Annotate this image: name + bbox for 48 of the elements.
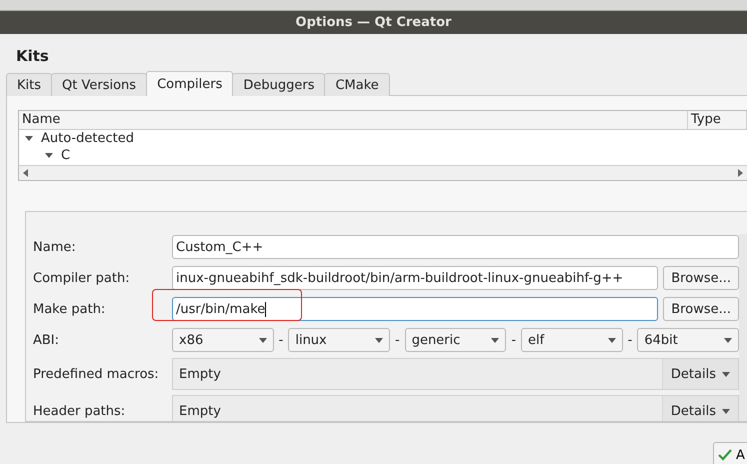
tab[interactable]: Kits bbox=[6, 73, 52, 96]
column-header[interactable]: Type bbox=[688, 111, 747, 129]
scroll-right-icon bbox=[738, 169, 743, 178]
field-label: ABI: bbox=[33, 332, 60, 350]
abi-dropdown[interactable]: linux bbox=[288, 328, 390, 352]
caret-icon bbox=[491, 338, 500, 343]
separator-text: - bbox=[394, 332, 400, 348]
abi-dropdown[interactable]: generic bbox=[404, 328, 506, 352]
separator-text: - bbox=[628, 332, 632, 348]
checkmark-icon bbox=[718, 449, 732, 461]
make-path-field[interactable]: /usr/bin/make bbox=[172, 297, 658, 322]
abi-dropdown[interactable]: x86 bbox=[172, 328, 274, 352]
header-paths-box: Empty Details bbox=[172, 395, 739, 421]
tree-item[interactable]: Auto-detected bbox=[19, 130, 747, 147]
caret-icon bbox=[374, 338, 383, 343]
tab[interactable]: Compilers bbox=[146, 71, 234, 96]
field-label: Make path: bbox=[33, 300, 106, 319]
horizontal-scrollbar[interactable] bbox=[19, 165, 747, 180]
page-title: Kits bbox=[15, 46, 50, 64]
vertical-scrollbar[interactable] bbox=[739, 234, 747, 421]
separator-text: - bbox=[278, 332, 284, 348]
abi-dropdown[interactable]: 64bit bbox=[637, 328, 740, 352]
caret-icon bbox=[258, 338, 267, 343]
scroll-left-icon bbox=[23, 169, 28, 178]
details-button[interactable]: Details bbox=[662, 396, 738, 421]
caret-icon bbox=[724, 338, 732, 343]
field-label: Predefined macros: bbox=[33, 366, 160, 384]
field-label: Compiler path: bbox=[33, 270, 131, 288]
apply-button[interactable]: A bbox=[713, 442, 747, 464]
browse-button[interactable]: Browse... bbox=[663, 266, 739, 290]
field-label: Name: bbox=[33, 238, 77, 257]
tree-item[interactable]: C bbox=[19, 147, 747, 164]
macros-box: Empty Details bbox=[172, 358, 739, 390]
tab[interactable]: Qt Versions bbox=[51, 73, 148, 96]
tab[interactable]: CMake bbox=[324, 73, 390, 96]
tab[interactable]: Debuggers bbox=[232, 73, 326, 96]
browse-button[interactable]: Browse... bbox=[663, 297, 739, 322]
details-button[interactable]: Details bbox=[662, 359, 738, 390]
separator-text: - bbox=[511, 332, 516, 348]
caret-icon bbox=[722, 372, 730, 377]
field-label: Header paths: bbox=[33, 402, 126, 421]
caret-icon bbox=[722, 408, 730, 414]
compiler-path-field[interactable]: inux-gnueabihf_sdk-buildroot/bin/arm-buildroot-linux-gnueabihf-g++ bbox=[172, 266, 658, 290]
column-header[interactable]: Name bbox=[19, 111, 688, 129]
name-field[interactable]: Custom_C++ bbox=[172, 235, 739, 260]
caret-icon bbox=[608, 338, 616, 343]
abi-dropdown[interactable]: elf bbox=[521, 328, 623, 352]
window-title: Options — Qt Creator bbox=[0, 11, 747, 34]
